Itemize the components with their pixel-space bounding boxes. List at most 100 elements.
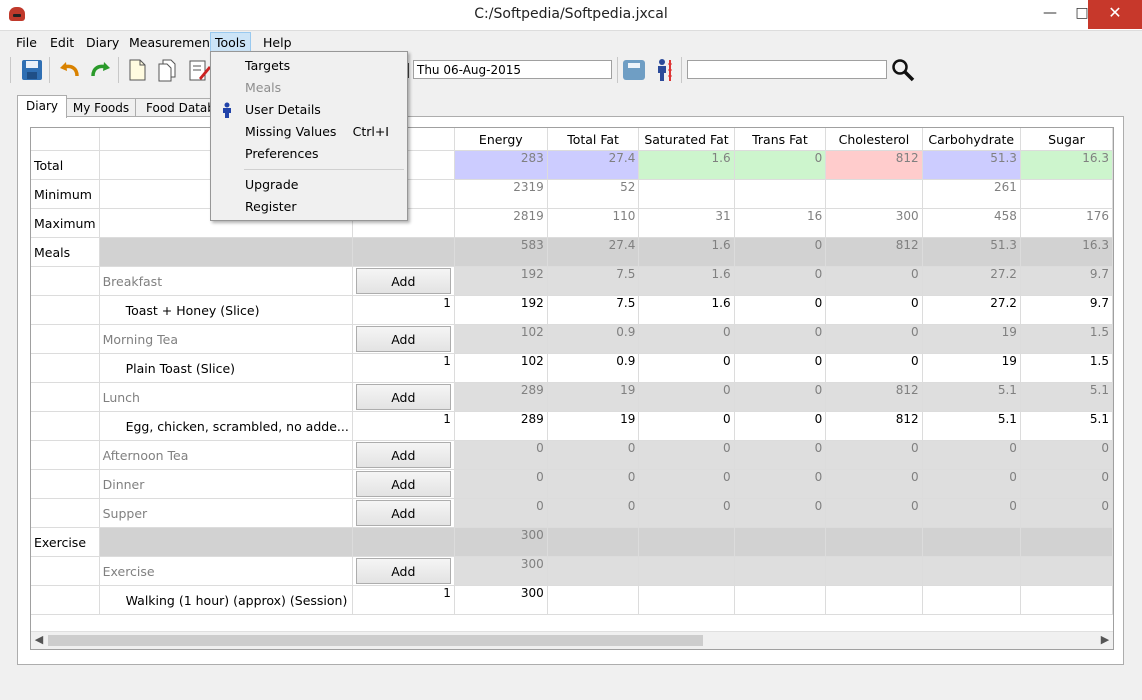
menu-file[interactable]: File (12, 34, 41, 51)
table-row: Supper Add 0 0 0 0 0 0 0 (31, 498, 1113, 528)
row-category (31, 498, 100, 528)
menu-measurement[interactable]: Measurement (125, 34, 219, 51)
add-food-button[interactable]: Add (355, 326, 451, 352)
nutrient-value (547, 556, 640, 586)
scroll-right-icon[interactable]: ▶ (1097, 633, 1113, 646)
copy-document-icon[interactable] (155, 58, 179, 82)
menu-separator (244, 169, 404, 170)
nutrient-value: 0 (825, 498, 923, 528)
row-quantity (352, 237, 455, 267)
nutrient-value: 0 (638, 411, 735, 441)
row-quantity[interactable]: 1 (352, 585, 455, 615)
menu-item-register[interactable]: Register (245, 197, 296, 217)
row-name: Toast + Honey (Slice) (99, 295, 353, 325)
nutrient-value: 1.6 (638, 266, 735, 296)
menu-help[interactable]: Help (259, 34, 296, 51)
nutrient-value: 0 (922, 440, 1021, 470)
row-name: Exercise (99, 556, 353, 586)
new-document-icon[interactable] (125, 58, 149, 82)
diary-panel: NameEnergyTotal FatSaturated FatTrans Fa… (17, 116, 1124, 665)
row-category (31, 411, 100, 441)
nutrient-value: 0 (734, 411, 827, 441)
save-icon[interactable] (20, 58, 44, 82)
menu-item-missing-values[interactable]: Missing Values (245, 122, 336, 142)
nutrient-value (922, 527, 1021, 557)
nutrient-value: 300 (454, 556, 548, 586)
nutrient-value: 5.1 (1020, 411, 1113, 441)
row-quantity: Add (352, 556, 455, 586)
nutrient-value: 19 (922, 353, 1021, 383)
tab-my-foods[interactable]: My Foods (66, 98, 136, 117)
minimize-button[interactable]: — (1034, 0, 1066, 29)
table-row: Exercise Add 300 (31, 556, 1113, 586)
nutrient-value: 5.1 (922, 382, 1021, 412)
row-category: Maximum (31, 208, 100, 238)
header-saturated-fat[interactable]: Saturated Fat (638, 128, 735, 151)
nutrient-value (734, 585, 827, 615)
scale-icon[interactable] (622, 58, 646, 82)
nutrient-value (638, 585, 735, 615)
menu-item-user-details[interactable]: User Details (245, 100, 321, 120)
nutrient-value: 7.5 (547, 295, 640, 325)
date-field[interactable]: Thu 06-Aug-2015 (413, 60, 612, 79)
nutrient-value (638, 179, 735, 209)
table-row: Minimum 2319 52 261 (31, 179, 1113, 209)
header-cholesterol[interactable]: Cholesterol (825, 128, 923, 151)
row-quantity[interactable]: 1 (352, 353, 455, 383)
toolbar: Thu 06-Aug-2015 (0, 53, 1142, 87)
nutrient-value: 0 (1020, 498, 1113, 528)
nutrient-value: 0 (1020, 469, 1113, 499)
header-trans-fat[interactable]: Trans Fat (734, 128, 827, 151)
nutrient-value: 16.3 (1020, 237, 1113, 267)
menu-edit[interactable]: Edit (46, 34, 78, 51)
nutrient-value: 289 (454, 411, 548, 441)
nutrient-value: 0 (734, 498, 827, 528)
nutrient-value: 300 (454, 585, 548, 615)
menu-tools[interactable]: Tools (210, 32, 251, 53)
nutrient-value: 0 (825, 266, 923, 296)
person-target-icon[interactable] (653, 58, 677, 82)
nutrient-value: 0 (825, 440, 923, 470)
header-carbohydrate[interactable]: Carbohydrate (922, 128, 1021, 151)
nutrient-value: 1.6 (638, 150, 735, 180)
add-food-button[interactable]: Add (355, 442, 451, 468)
redo-icon[interactable] (89, 58, 113, 82)
row-quantity: Add (352, 498, 455, 528)
menu-item-targets[interactable]: Targets (245, 56, 290, 76)
add-food-button[interactable]: Add (355, 558, 451, 584)
nutrient-value: 110 (547, 208, 640, 238)
header-sugar[interactable]: Sugar (1020, 128, 1113, 151)
nutrient-value: 1.5 (1020, 353, 1113, 383)
search-input[interactable] (687, 60, 887, 79)
nutrient-value: 0 (734, 353, 827, 383)
menu-item-preferences[interactable]: Preferences (245, 144, 319, 164)
nutrient-value: 0 (547, 498, 640, 528)
horizontal-scrollbar[interactable]: ◀ ▶ (31, 631, 1113, 649)
add-food-button[interactable]: Add (355, 268, 451, 294)
close-button[interactable]: ✕ (1088, 0, 1142, 29)
add-food-button[interactable]: Add (355, 384, 451, 410)
nutrient-value: 0 (734, 266, 827, 296)
nutrient-value: 27.2 (922, 266, 1021, 296)
nutrient-value: 0 (1020, 440, 1113, 470)
row-name: Morning Tea (99, 324, 353, 354)
search-icon[interactable] (891, 58, 915, 82)
menu-item-upgrade[interactable]: Upgrade (245, 175, 298, 195)
header-energy[interactable]: Energy (454, 128, 548, 151)
menu-diary[interactable]: Diary (82, 34, 123, 51)
nutrient-value (1020, 527, 1113, 557)
edit-icon[interactable] (187, 58, 211, 82)
add-food-button[interactable]: Add (355, 500, 451, 526)
row-quantity[interactable]: 1 (352, 295, 455, 325)
add-food-button[interactable]: Add (355, 471, 451, 497)
scrollbar-thumb[interactable] (48, 635, 703, 646)
nutrient-value: 0 (454, 440, 548, 470)
scroll-left-icon[interactable]: ◀ (31, 633, 47, 646)
nutrient-value: 0 (922, 469, 1021, 499)
header-total-fat[interactable]: Total Fat (547, 128, 640, 151)
tab-diary[interactable]: Diary (17, 95, 67, 118)
nutrient-value: 0 (734, 469, 827, 499)
row-name: Walking (1 hour) (approx) (Session) (99, 585, 353, 615)
undo-icon[interactable] (57, 58, 81, 82)
row-quantity[interactable]: 1 (352, 411, 455, 441)
